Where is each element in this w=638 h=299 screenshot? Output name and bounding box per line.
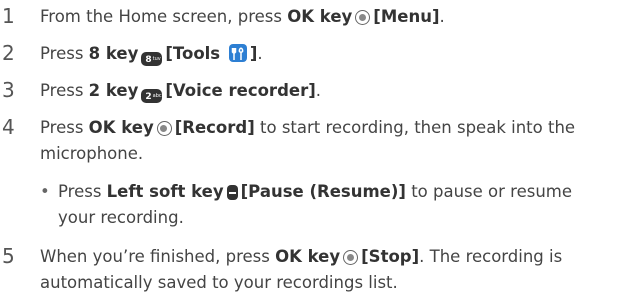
step-text-after: . — [439, 7, 445, 26]
sub-step-text: Press Left soft key [Pause (Resume)] to p… — [58, 178, 638, 205]
tools-label-open: [Tools — [165, 44, 226, 63]
keycap-digit: 2 — [145, 92, 152, 102]
ok-key-icon — [156, 121, 172, 136]
step-text-before: Press — [58, 182, 107, 201]
step-text-before: Press — [40, 118, 89, 137]
keycap-letters: abc — [152, 93, 162, 99]
voice-recorder-label: [Voice recorder] — [165, 81, 316, 100]
keycap-letters: tuv — [152, 56, 161, 62]
step-number: 4 — [2, 115, 15, 139]
key-name: OK key — [275, 247, 341, 266]
key-name: 8 key — [88, 44, 139, 63]
tools-app-icon — [228, 44, 247, 62]
number-key-icon: 8tuv — [141, 52, 163, 66]
step-text-before: Press — [40, 44, 89, 63]
key-name: Left soft key — [106, 182, 224, 201]
number-key-icon: 2abc — [141, 89, 163, 103]
step-text: From the Home screen, press OK key [Menu]… — [40, 3, 638, 30]
step-text-after: to start recording, then speak into the — [254, 118, 576, 137]
ok-key-icon — [355, 10, 371, 25]
step-number: 5 — [2, 244, 15, 268]
step-number: 2 — [2, 41, 15, 65]
left-soft-key-icon — [226, 185, 238, 200]
step-number: 3 — [2, 78, 15, 102]
instruction-page: 1 From the Home screen, press OK key [Men… — [0, 0, 638, 299]
ok-key-icon — [343, 250, 359, 265]
keycap-digit: 8 — [145, 55, 152, 65]
step-text: Press OK key [Record] to start recording,… — [40, 114, 638, 141]
step-text-after: to pause or resume — [405, 182, 573, 201]
step-text-after: . — [257, 44, 263, 63]
step-text: Press 2 key 2abc [Voice recorder]. — [40, 77, 638, 104]
bullet-marker: • — [40, 182, 50, 201]
step-number: 1 — [2, 4, 15, 28]
key-name: 2 key — [88, 81, 139, 100]
step-text-before: When you’re finished, press — [40, 247, 276, 266]
key-name: OK key — [287, 7, 353, 26]
step-text: Press 8 key 8tuv [Tools ]. — [40, 40, 638, 67]
step-text-after: . The recording is — [419, 247, 563, 266]
step-text-line2: microphone. — [40, 144, 144, 163]
step-text-after: . — [315, 81, 322, 100]
stop-label: [Stop] — [361, 247, 420, 266]
menu-label: [Menu] — [373, 7, 440, 26]
key-name: OK key — [88, 118, 154, 137]
record-label: [Record] — [174, 118, 255, 137]
sub-step-text-line2: your recording. — [58, 208, 184, 227]
pause-resume-label: [Pause (Resume)] — [240, 182, 406, 201]
step-text: When you’re finished, press OK key [Stop]… — [40, 243, 638, 270]
step-text-line2: automatically saved to your recordings l… — [40, 273, 398, 292]
step-text-before: From the Home screen, press — [40, 7, 288, 26]
step-text-before: Press — [40, 81, 89, 100]
